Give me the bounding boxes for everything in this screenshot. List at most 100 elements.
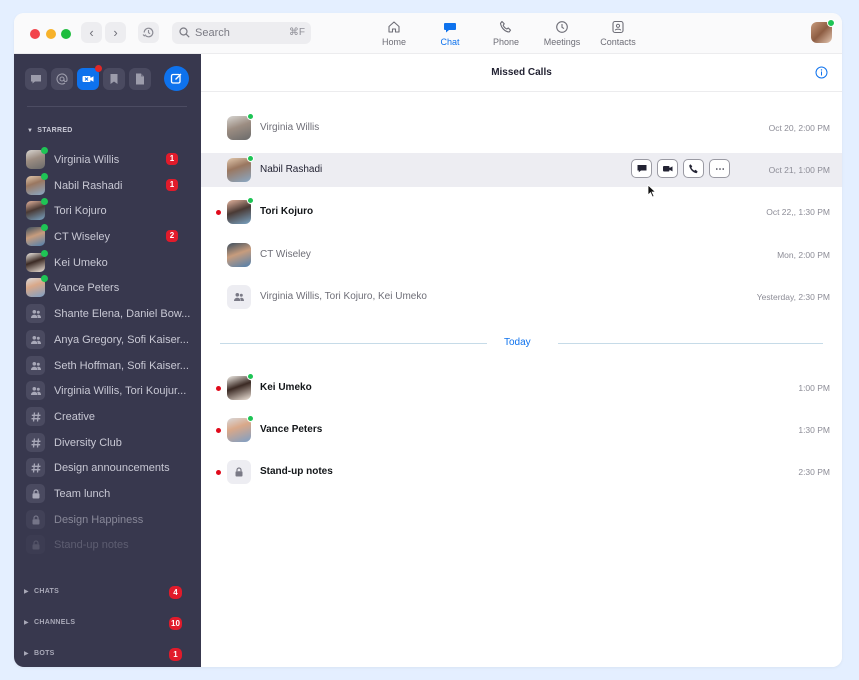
title-bar: ‹ › Search ⌘F Home Chat Phone Meetings C… [14, 13, 842, 54]
call-row[interactable]: Tori Kojuro Oct 22,, 1:30 PM [201, 195, 842, 229]
call-row[interactable]: Nabil Rashadi Oct 21, 1:00 PM [201, 153, 842, 188]
sidebar-item-label: Design Happiness [54, 513, 144, 526]
chats-filter-button[interactable] [25, 68, 47, 90]
unread-dot [216, 428, 221, 433]
avatar [26, 198, 48, 221]
unread-badge: 1 [169, 648, 182, 661]
section-channels-title: CHANNELS [34, 619, 76, 626]
avatar [227, 415, 254, 442]
sidebar-item[interactable]: Stand-up notes [14, 532, 201, 558]
online-status-icon [247, 155, 254, 163]
more-action-button[interactable] [709, 159, 730, 179]
avatar [26, 172, 48, 195]
bookmarks-button[interactable] [103, 68, 125, 90]
private-avatar [26, 509, 45, 529]
sidebar-item[interactable]: CT Wiseley 2 [14, 224, 201, 250]
maximize-window-button[interactable] [61, 29, 71, 39]
video-icon [663, 166, 673, 172]
call-time: 2:30 PM [798, 467, 830, 477]
avatar [227, 373, 254, 400]
call-row[interactable]: Vance Peters 1:30 PM [201, 413, 842, 447]
sidebar-item-label: Design announcements [54, 462, 170, 475]
call-row[interactable]: CT Wiseley Mon, 2:00 PM [201, 238, 842, 272]
close-window-button[interactable] [30, 29, 40, 39]
chat-bubble-icon [637, 165, 647, 173]
sidebar-item[interactable]: Virginia Willis 1 [14, 147, 201, 173]
sidebar-item[interactable]: Nabil Rashadi 1 [14, 172, 201, 199]
online-status-icon [41, 172, 48, 180]
unread-badge: 2 [166, 230, 178, 243]
sidebar-item[interactable]: Creative [14, 404, 201, 430]
unread-badge: 10 [169, 617, 182, 630]
files-button[interactable] [129, 68, 151, 90]
sidebar-item[interactable]: Vance Peters [14, 275, 201, 301]
search-input[interactable]: Search ⌘F [172, 22, 311, 44]
sidebar-item[interactable]: Design announcements [14, 455, 201, 481]
notification-dot [95, 65, 102, 72]
private-avatar [227, 460, 251, 484]
history-button[interactable] [138, 22, 159, 43]
tab-chat[interactable]: Chat [422, 18, 478, 52]
channel-avatar [26, 458, 45, 478]
private-avatar [26, 483, 45, 503]
caller-name: Vance Peters [260, 424, 323, 435]
sidebar-item[interactable]: Anya Gregory, Sofi Kaiser... [14, 327, 201, 353]
video-action-button[interactable] [657, 159, 678, 179]
minimize-window-button[interactable] [46, 29, 56, 39]
mentions-button[interactable] [51, 68, 73, 90]
sidebar-item[interactable]: Shante Elena, Daniel Bow... [14, 301, 201, 327]
contacts-icon [612, 20, 624, 34]
info-icon[interactable] [815, 66, 828, 79]
compose-button[interactable] [164, 66, 189, 91]
call-row[interactable]: Virginia Willis Oct 20, 2:00 PM [201, 111, 842, 145]
back-button[interactable]: ‹ [81, 22, 102, 43]
sidebar-item[interactable]: Design Happiness [14, 507, 201, 533]
call-time: Oct 20, 2:00 PM [768, 123, 830, 133]
tab-contacts[interactable]: Contacts [590, 18, 646, 52]
missed-calls-button[interactable] [77, 65, 102, 90]
section-bots[interactable]: ▶ BOTS 1 [14, 646, 201, 664]
sidebar-item-label: Tori Kojuro [54, 205, 107, 218]
chat-icon [444, 23, 456, 33]
unread-badge: 1 [166, 178, 178, 191]
caller-name: Stand-up notes [260, 466, 333, 477]
phone-action-button[interactable] [683, 159, 704, 179]
tab-home-label: Home [381, 37, 406, 47]
call-time: Yesterday, 2:30 PM [756, 291, 830, 302]
group-avatar [26, 355, 45, 375]
search-icon [179, 27, 190, 38]
top-navigation: Home Chat Phone Meetings Contacts [366, 18, 646, 52]
chevron-left-icon: ‹ [89, 25, 94, 40]
sidebar-toolbar [25, 65, 151, 90]
compose-icon [170, 73, 182, 84]
profile-avatar[interactable] [811, 19, 835, 43]
call-row[interactable]: Virginia Willis, Tori Kojuro, Kei Umeko Y… [201, 280, 842, 314]
starred-section-header[interactable]: ▼ STARRED [27, 127, 73, 134]
section-bots-title: BOTS [34, 650, 55, 657]
call-row[interactable]: Stand-up notes 2:30 PM [201, 455, 842, 489]
forward-button[interactable]: › [105, 22, 126, 43]
chat-bubble-icon [31, 75, 41, 84]
sidebar-item[interactable]: Seth Hoffman, Sofi Kaiser... [14, 353, 201, 379]
chat-action-button[interactable] [631, 159, 652, 179]
today-label: Today [504, 337, 531, 348]
sidebar-item[interactable]: Kei Umeko [14, 249, 201, 276]
section-channels[interactable]: ▶ CHANNELS 10 [14, 615, 201, 633]
sidebar-item[interactable]: Diversity Club [14, 430, 201, 456]
tab-meetings[interactable]: Meetings [534, 18, 590, 52]
section-chats[interactable]: ▶ CHATS 4 [14, 584, 201, 602]
tab-phone[interactable]: Phone [478, 18, 534, 52]
call-row[interactable]: Kei Umeko 1:00 PM [201, 371, 842, 405]
tab-phone-label: Phone [492, 37, 520, 47]
tab-contacts-label: Contacts [600, 37, 636, 47]
divider-line [558, 343, 823, 344]
sidebar-item[interactable]: Team lunch [14, 481, 201, 507]
tab-meetings-label: Meetings [543, 37, 581, 47]
call-time: Oct 21, 1:00 PM [768, 165, 830, 176]
sidebar-item[interactable]: Virginia Willis, Tori Koujur... [14, 378, 201, 404]
sidebar-item[interactable]: Tori Kojuro [14, 198, 201, 224]
tab-home[interactable]: Home [366, 18, 422, 52]
home-icon [388, 21, 400, 33]
app-window: ‹ › Search ⌘F Home Chat Phone Meetings C… [14, 13, 842, 667]
caller-name: Virginia Willis, Tori Kojuro, Kei Umeko [260, 290, 427, 302]
